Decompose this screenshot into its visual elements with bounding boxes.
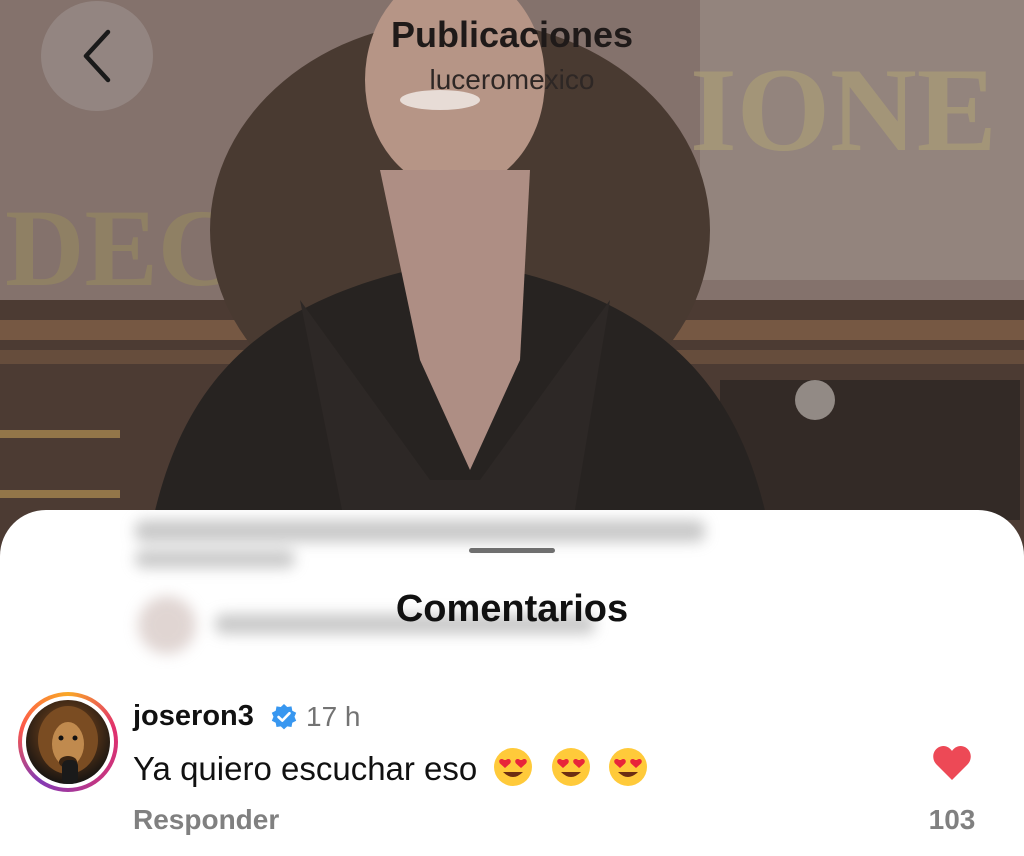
sheet-drag-handle[interactable] bbox=[469, 548, 555, 553]
comment-username[interactable]: joseron3 bbox=[133, 700, 254, 733]
comments-sheet: Comentarios joseron3 17 h Ya quiero escu… bbox=[0, 510, 1024, 856]
verified-badge-icon bbox=[271, 704, 297, 730]
page-title: Publicaciones bbox=[390, 14, 634, 55]
comment-text: Ya quiero escuchar eso bbox=[133, 746, 649, 788]
like-heart-icon[interactable] bbox=[931, 742, 973, 782]
page-subtitle-username[interactable]: luceromexico bbox=[0, 64, 1024, 96]
avatar-image bbox=[26, 700, 110, 784]
heart-eyes-emoji-icon bbox=[551, 748, 590, 786]
heart-eyes-emoji-icon bbox=[494, 748, 533, 786]
sheet-title: Comentarios bbox=[395, 588, 629, 630]
heart-eyes-emoji-icon bbox=[608, 748, 647, 786]
like-count[interactable]: 103 bbox=[920, 804, 984, 836]
comment-timestamp: 17 h bbox=[306, 701, 361, 732]
reply-button[interactable]: Responder bbox=[133, 804, 279, 836]
avatar[interactable] bbox=[18, 692, 118, 792]
comment-body: Ya quiero escuchar eso bbox=[133, 750, 478, 787]
